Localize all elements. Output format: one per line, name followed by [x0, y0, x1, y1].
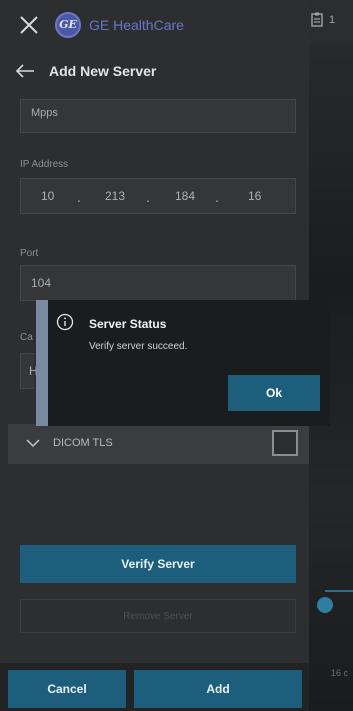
ip-octet-2[interactable]: 213 — [105, 189, 125, 203]
ip-octet-3[interactable]: 184 — [175, 189, 195, 203]
ge-logo: GE — [55, 12, 81, 38]
add-button[interactable]: Add — [134, 670, 302, 708]
back-arrow-icon[interactable] — [14, 60, 36, 82]
port-field[interactable]: 104 — [20, 265, 296, 301]
partial-field-label: Ca — [20, 332, 33, 343]
port-value: 104 — [31, 276, 52, 290]
series-count: 1 — [329, 14, 336, 26]
dicom-tls-checkbox[interactable] — [272, 430, 298, 456]
ip-address-field[interactable]: 10 . 213 . 184 . 16 — [20, 178, 296, 214]
study-icon[interactable] — [311, 12, 325, 28]
chevron-down-icon[interactable] — [26, 436, 40, 450]
ip-separator: . — [146, 189, 150, 205]
partial-field[interactable]: H — [20, 353, 38, 389]
ip-address-label: IP Address — [20, 159, 69, 170]
page-title: Add New Server — [49, 63, 157, 79]
viewer-overlay-text: 16 c — [331, 668, 349, 678]
dialog-accent-bar — [36, 300, 48, 426]
ok-button[interactable]: Ok — [228, 375, 320, 411]
brand-name: GE HealthCare — [89, 17, 184, 33]
ip-octet-4[interactable]: 16 — [248, 189, 261, 203]
dialog-title: Server Status — [89, 317, 167, 331]
server-name-value: Mpps — [31, 107, 58, 119]
cancel-button[interactable]: Cancel — [8, 670, 126, 708]
ip-separator: . — [77, 189, 81, 205]
port-label: Port — [20, 248, 39, 259]
viewer-toolbar: 1 — [309, 0, 353, 44]
dialog-message: Verify server succeed. — [89, 341, 188, 352]
ip-octet-1[interactable]: 10 — [41, 189, 54, 203]
ip-separator: . — [215, 189, 219, 205]
close-icon[interactable] — [18, 14, 40, 36]
dicom-tls-label: DICOM TLS — [53, 437, 113, 449]
slider-track[interactable] — [325, 590, 353, 592]
server-name-field[interactable]: Mpps — [20, 99, 296, 133]
remove-server-button[interactable]: Remove Server — [20, 599, 296, 633]
info-icon — [56, 313, 74, 331]
slider-handle[interactable] — [317, 597, 333, 613]
verify-server-button[interactable]: Verify Server — [20, 545, 296, 583]
